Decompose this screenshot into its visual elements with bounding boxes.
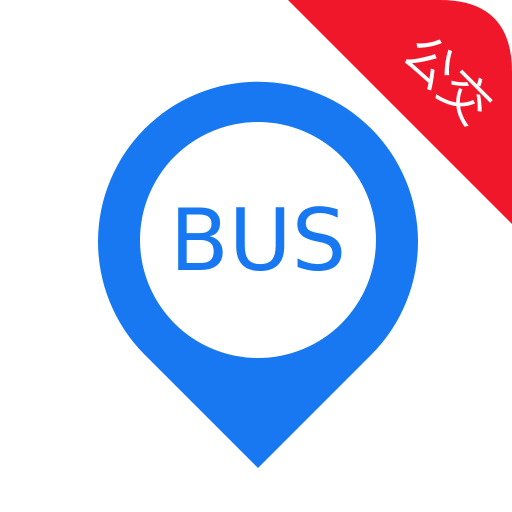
bus-label: BUS (170, 191, 347, 291)
icon-artwork: BUS 公交 (98, 0, 512, 468)
bus-app-icon[interactable]: BUS 公交 (0, 0, 512, 512)
